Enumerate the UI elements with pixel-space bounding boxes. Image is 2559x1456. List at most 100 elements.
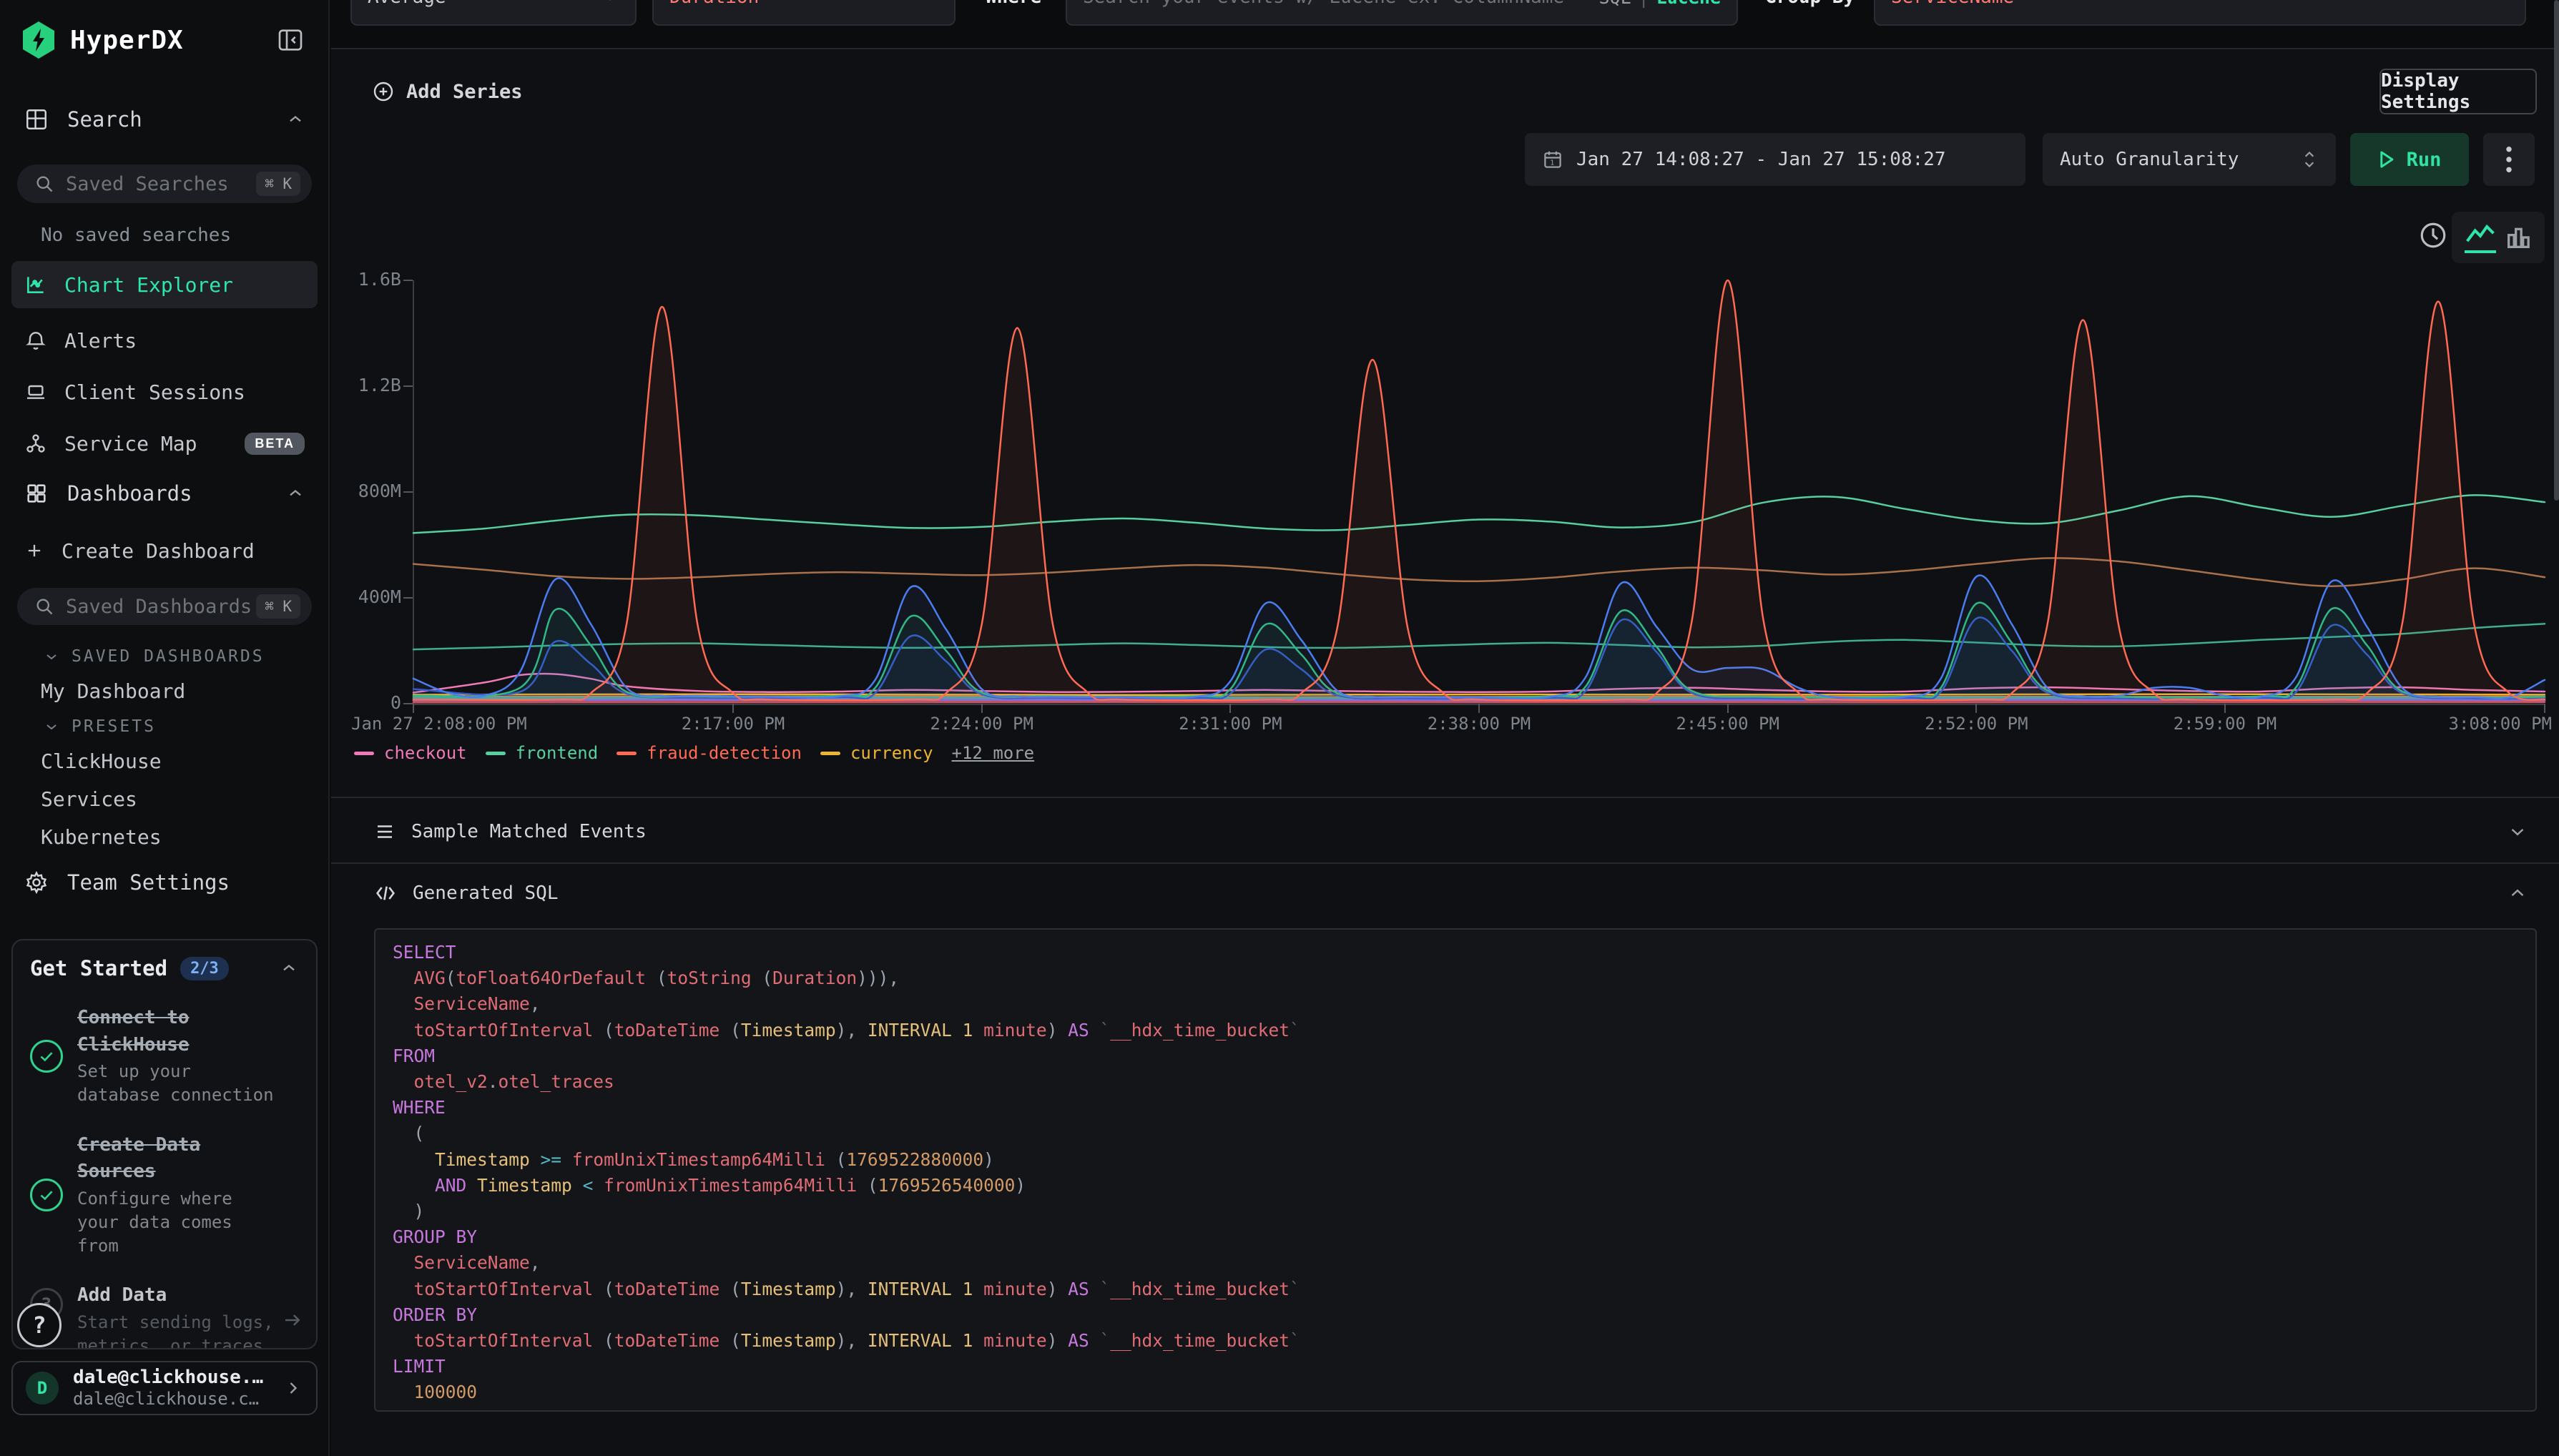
sidebar-item-chart-explorer[interactable]: Chart Explorer xyxy=(11,261,318,308)
series-fill-unnamed-blue xyxy=(413,576,2545,704)
get-started-item-connect[interactable]: Connect to ClickHouse Set up your databa… xyxy=(30,1005,299,1108)
chevron-up-icon[interactable] xyxy=(285,109,305,129)
get-started-card: Get Started 2/3 Connect to ClickHouse Se… xyxy=(11,939,318,1349)
y-axis-tick xyxy=(403,385,413,387)
saved-dashboards-group-label: SAVED DASHBOARDS xyxy=(72,647,265,666)
scrollbar[interactable] xyxy=(2554,0,2559,501)
y-axis-tick xyxy=(403,280,413,281)
lucene-toggle[interactable]: Lucene xyxy=(1656,0,1721,8)
generated-sql-label: Generated SQL xyxy=(413,882,559,904)
chevron-down-icon[interactable] xyxy=(2507,821,2528,842)
sql-code-line: toStartOfInterval (toDateTime (Timestamp… xyxy=(393,1018,2518,1043)
sql-toggle[interactable]: SQL xyxy=(1598,0,1631,8)
chevron-up-icon[interactable] xyxy=(279,958,299,978)
get-started-item-title: Connect to ClickHouse xyxy=(77,1005,282,1058)
get-started-item-sources[interactable]: Create Data Sources Configure where your… xyxy=(30,1132,299,1259)
help-button[interactable]: ? xyxy=(17,1303,62,1347)
run-label: Run xyxy=(2407,149,2442,171)
time-toggle-button[interactable] xyxy=(2418,220,2448,250)
create-dashboard-button[interactable]: Create Dashboard xyxy=(11,535,318,566)
add-series-label: Add Series xyxy=(406,81,523,103)
sample-matched-events-label: Sample Matched Events xyxy=(411,821,647,842)
get-started-item-desc: Set up your database connection xyxy=(77,1060,282,1107)
search-icon xyxy=(34,174,54,194)
legend-more-link[interactable]: +12 more xyxy=(952,743,1035,763)
chevron-up-icon[interactable] xyxy=(2507,882,2528,904)
x-axis-label: 2:38:00 PM xyxy=(1428,714,1531,734)
get-started-title: Get Started xyxy=(30,956,167,980)
aggregation-select[interactable]: Average xyxy=(350,0,637,26)
sql-code-line: ) xyxy=(393,1199,2518,1224)
sidebar-item-alerts[interactable]: Alerts xyxy=(11,322,318,359)
field-input[interactable]: Duration xyxy=(652,0,956,26)
generated-sql-header[interactable]: Generated SQL xyxy=(374,875,559,911)
chart-plot-area[interactable] xyxy=(413,280,2545,704)
y-axis-tick xyxy=(403,597,413,599)
svg-text:1: 1 xyxy=(1550,159,1554,167)
chevron-up-icon[interactable] xyxy=(285,483,305,503)
legend-item[interactable]: frontend xyxy=(486,743,599,763)
group-by-input[interactable]: ServiceName xyxy=(1874,0,2526,26)
calendar-icon: 1 xyxy=(1542,149,1563,170)
clock-icon xyxy=(2418,220,2448,250)
sidebar-item-service-map[interactable]: Service Map BETA xyxy=(11,425,318,462)
chevron-right-icon xyxy=(283,1378,303,1398)
y-axis-label: 1.2B xyxy=(337,375,401,395)
sidebar-item-services[interactable]: Services xyxy=(41,787,137,811)
service-map-label: Service Map xyxy=(64,432,197,456)
user-email: dale@clickhouse.c… xyxy=(73,1389,263,1410)
sql-code-line: toStartOfInterval (toDateTime (Timestamp… xyxy=(393,1277,2518,1302)
saved-dashboards-group[interactable]: SAVED DASHBOARDS xyxy=(43,647,265,666)
sidebar-collapse-icon[interactable] xyxy=(273,23,308,57)
bar-chart-icon xyxy=(2504,223,2533,252)
date-range-value: Jan 27 14:08:27 - Jan 27 15:08:27 xyxy=(1576,149,1946,170)
x-axis-tick xyxy=(732,704,734,713)
chart-line-icon xyxy=(24,273,47,296)
user-menu[interactable]: D dale@clickhouse.… dale@clickhouse.c… xyxy=(11,1361,318,1415)
saved-searches-input[interactable]: Saved Searches ⌘ K xyxy=(17,164,312,203)
legend-item[interactable]: fraud-detection xyxy=(617,743,802,763)
chevron-down-icon xyxy=(601,0,619,6)
run-button[interactable]: Run xyxy=(2350,133,2469,186)
line-chart-toggle[interactable] xyxy=(2465,222,2496,253)
bar-chart-toggle[interactable] xyxy=(2504,223,2533,252)
series-line-unnamed-brown xyxy=(413,558,2545,586)
language-toggle[interactable]: SQL|Lucene xyxy=(1598,0,1721,8)
legend-item[interactable]: currency xyxy=(820,743,933,763)
divider xyxy=(331,48,2559,49)
display-settings-button[interactable]: Display Settings xyxy=(2379,69,2537,114)
more-options-button[interactable] xyxy=(2483,133,2535,186)
sidebar-section-search[interactable]: Search xyxy=(0,102,330,137)
x-axis-tick xyxy=(1727,704,1729,713)
granularity-select[interactable]: Auto Granularity xyxy=(2043,133,2336,186)
date-range-picker[interactable]: 1 Jan 27 14:08:27 - Jan 27 15:08:27 xyxy=(1525,133,2025,186)
saved-dashboards-input[interactable]: Saved Dashboards ⌘ K xyxy=(17,588,312,625)
legend-label: fraud-detection xyxy=(647,743,802,763)
y-axis-label: 400M xyxy=(337,586,401,607)
sidebar-item-my-dashboard[interactable]: My Dashboard xyxy=(41,679,185,703)
legend-item[interactable]: checkout xyxy=(354,743,467,763)
where-label: Where xyxy=(986,0,1041,26)
add-series-button[interactable]: Add Series xyxy=(372,72,523,112)
sql-code-line: GROUP BY xyxy=(393,1224,2518,1250)
group-by-value: ServiceName xyxy=(1891,0,2014,8)
sql-code-line: FROM xyxy=(393,1043,2518,1069)
sidebar-section-dashboards[interactable]: Dashboards xyxy=(0,476,330,511)
sidebar-item-team-settings[interactable]: Team Settings xyxy=(0,865,330,900)
presets-group[interactable]: PRESETS xyxy=(43,717,156,736)
x-axis-tick xyxy=(1975,704,1977,713)
no-saved-searches-text: No saved searches xyxy=(41,225,231,246)
get-started-item-add-data[interactable]: 3 Add Data Start sending logs, metrics, … xyxy=(30,1282,299,1349)
sidebar-item-kubernetes[interactable]: Kubernetes xyxy=(41,825,162,849)
x-axis-label: 2:45:00 PM xyxy=(1676,714,1779,734)
sample-matched-events-header[interactable]: Sample Matched Events xyxy=(374,814,647,850)
chart-legend: checkout frontend fraud-detection currency +… xyxy=(354,741,1034,765)
sidebar-item-clickhouse[interactable]: ClickHouse xyxy=(41,749,162,773)
x-axis-label: Jan 27 2:08:00 PM xyxy=(351,714,527,734)
x-axis-tick xyxy=(2544,704,2545,713)
search-input[interactable]: Search your events w/ Lucene ex: ColumnN… xyxy=(1066,0,1738,26)
generated-sql-code[interactable]: SELECT AVG(toFloat64OrDefault (toString … xyxy=(374,928,2537,1412)
y-axis-label: 800M xyxy=(337,481,401,501)
sidebar-item-client-sessions[interactable]: Client Sessions xyxy=(11,373,318,410)
main-content: Average Duration Where Search your event… xyxy=(331,0,2559,1456)
